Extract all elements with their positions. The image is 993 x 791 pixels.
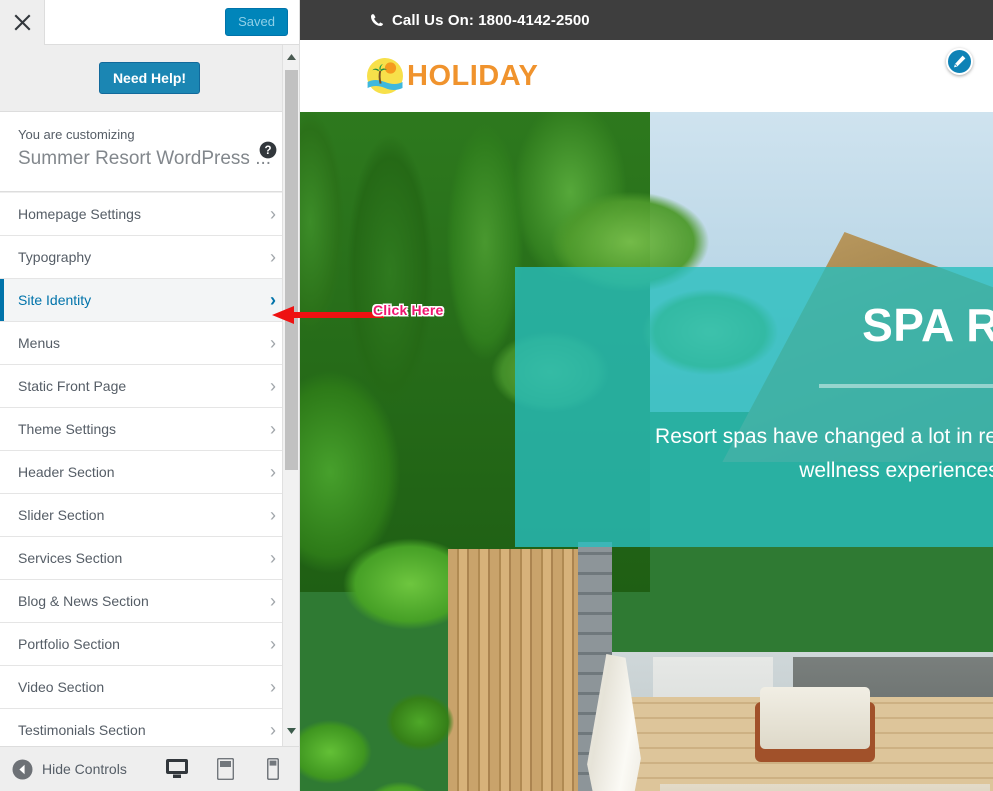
- sidebar-item-blog-news-section[interactable]: Blog & News Section ›: [0, 580, 292, 623]
- theme-title: Summer Resort WordPress ...: [18, 148, 272, 170]
- site-header: HOLIDAY: [300, 40, 993, 112]
- sidebar-item-typography[interactable]: Typography ›: [0, 236, 292, 279]
- pencil-edit-icon: [954, 55, 966, 68]
- sidebar-item-label: Homepage Settings: [18, 206, 141, 222]
- device-preview-switcher[interactable]: [164, 747, 292, 791]
- sidebar-item-label: Portfolio Section: [18, 636, 120, 652]
- svg-text:?: ?: [264, 145, 271, 157]
- device-mobile-button[interactable]: [260, 755, 286, 783]
- customizer-info: You are customizing Summer Resort WordPr…: [0, 112, 299, 192]
- hero-title: SPA RESORT: [862, 299, 993, 351]
- sidebar-item-label: Services Section: [18, 550, 123, 566]
- sidebar-item-label: Theme Settings: [18, 421, 117, 437]
- chevron-right-icon: ›: [270, 419, 276, 439]
- site-preview-frame[interactable]: Call Us On: 1800-4142-2500 HOLIDAY SPA R…: [300, 0, 993, 791]
- close-customizer-button[interactable]: [0, 0, 45, 45]
- contact-phone-text: Call Us On: 1800-4142-2500: [392, 11, 590, 29]
- scrollbar-thumb[interactable]: [285, 70, 298, 470]
- chevron-right-icon: ›: [270, 548, 276, 568]
- sidebar-item-label: Menus: [18, 335, 61, 351]
- hide-controls-button[interactable]: Hide Controls: [12, 759, 127, 780]
- sidebar-item-header-section[interactable]: Header Section ›: [0, 451, 292, 494]
- hero-slider: SPA RESORT Resort spas have changed a lo…: [300, 112, 993, 791]
- save-button[interactable]: Saved: [225, 7, 288, 37]
- sidebar-item-label: Typography: [18, 249, 92, 265]
- site-brand-name: HOLIDAY: [407, 59, 539, 92]
- sidebar-item-label: Slider Section: [18, 507, 105, 523]
- sidebar-item-menus[interactable]: Menus ›: [0, 322, 292, 365]
- close-icon: [14, 14, 30, 31]
- need-help-area: Need Help!: [0, 45, 299, 112]
- sidebar-item-theme-settings[interactable]: Theme Settings ›: [0, 408, 292, 451]
- palm-tree-sun-logo-icon: [367, 58, 403, 94]
- sidebar-item-label: Static Front Page: [18, 378, 127, 394]
- edit-shortcut-button[interactable]: [946, 48, 973, 75]
- chevron-right-icon: ›: [270, 505, 276, 525]
- chevron-down-icon: [287, 727, 296, 734]
- sidebar-scrollbar[interactable]: [282, 45, 299, 757]
- collapse-left-icon: [12, 759, 33, 779]
- chevron-right-icon: ›: [270, 247, 276, 267]
- sidebar-item-site-identity[interactable]: Site Identity ›: [0, 279, 292, 322]
- sidebar-item-label: Testimonials Section: [18, 722, 146, 738]
- scroll-down-button[interactable]: [283, 722, 299, 739]
- desktop-icon: [166, 759, 188, 778]
- save-bar: Saved: [45, 0, 299, 45]
- chevron-right-icon: ›: [270, 204, 276, 224]
- sidebar-item-slider-section[interactable]: Slider Section ›: [0, 494, 292, 537]
- sidebar-item-label: Blog & News Section: [18, 593, 149, 609]
- chevron-up-icon: [287, 53, 296, 60]
- sidebar-item-label: Video Section: [18, 679, 105, 695]
- chevron-right-icon: ›: [270, 677, 276, 697]
- customizer-topbar: Saved: [0, 0, 299, 45]
- customizer-section-list[interactable]: Homepage Settings › Typography › Site Identi…: [0, 193, 292, 753]
- chevron-right-icon: ›: [270, 333, 276, 353]
- sidebar-item-portfolio-section[interactable]: Portfolio Section ›: [0, 623, 292, 666]
- need-help-button[interactable]: Need Help!: [98, 62, 201, 94]
- device-tablet-button[interactable]: [212, 755, 238, 783]
- mobile-icon: [267, 758, 279, 780]
- scroll-up-button[interactable]: [283, 48, 299, 65]
- chevron-right-icon: ›: [270, 720, 276, 740]
- customizing-label: You are customizing: [18, 127, 135, 142]
- help-toggle-button[interactable]: ?: [259, 141, 277, 159]
- hero-caption-panel: SPA RESORT Resort spas have changed a lo…: [515, 267, 993, 547]
- chevron-right-icon: ›: [270, 376, 276, 396]
- sidebar-item-label: Site Identity: [18, 292, 92, 308]
- chevron-right-icon: ›: [270, 290, 276, 310]
- preview-topbar: Call Us On: 1800-4142-2500: [300, 0, 993, 40]
- sidebar-item-video-section[interactable]: Video Section ›: [0, 666, 292, 709]
- hero-divider: [819, 384, 993, 388]
- site-logo[interactable]: HOLIDAY: [366, 57, 538, 95]
- hero-description: Resort spas have changed a lot in recent…: [655, 425, 993, 483]
- device-desktop-button[interactable]: [164, 755, 190, 783]
- sidebar-item-homepage-settings[interactable]: Homepage Settings ›: [0, 193, 292, 236]
- tablet-icon: [216, 758, 234, 780]
- sidebar-item-static-front-page[interactable]: Static Front Page ›: [0, 365, 292, 408]
- customizer-footer: Hide Controls: [0, 746, 299, 791]
- question-mark-circle-icon: ?: [259, 141, 277, 159]
- sidebar-item-label: Header Section: [18, 464, 115, 480]
- chevron-right-icon: ›: [270, 462, 276, 482]
- chevron-right-icon: ›: [270, 591, 276, 611]
- phone-icon: [371, 14, 384, 26]
- chevron-right-icon: ›: [270, 634, 276, 654]
- hide-controls-label: Hide Controls: [42, 761, 127, 777]
- screen-root: Saved Need Help! You are customizing Sum…: [0, 0, 993, 791]
- sidebar-item-services-section[interactable]: Services Section ›: [0, 537, 292, 580]
- wordpress-customizer-panel: Saved Need Help! You are customizing Sum…: [0, 0, 300, 791]
